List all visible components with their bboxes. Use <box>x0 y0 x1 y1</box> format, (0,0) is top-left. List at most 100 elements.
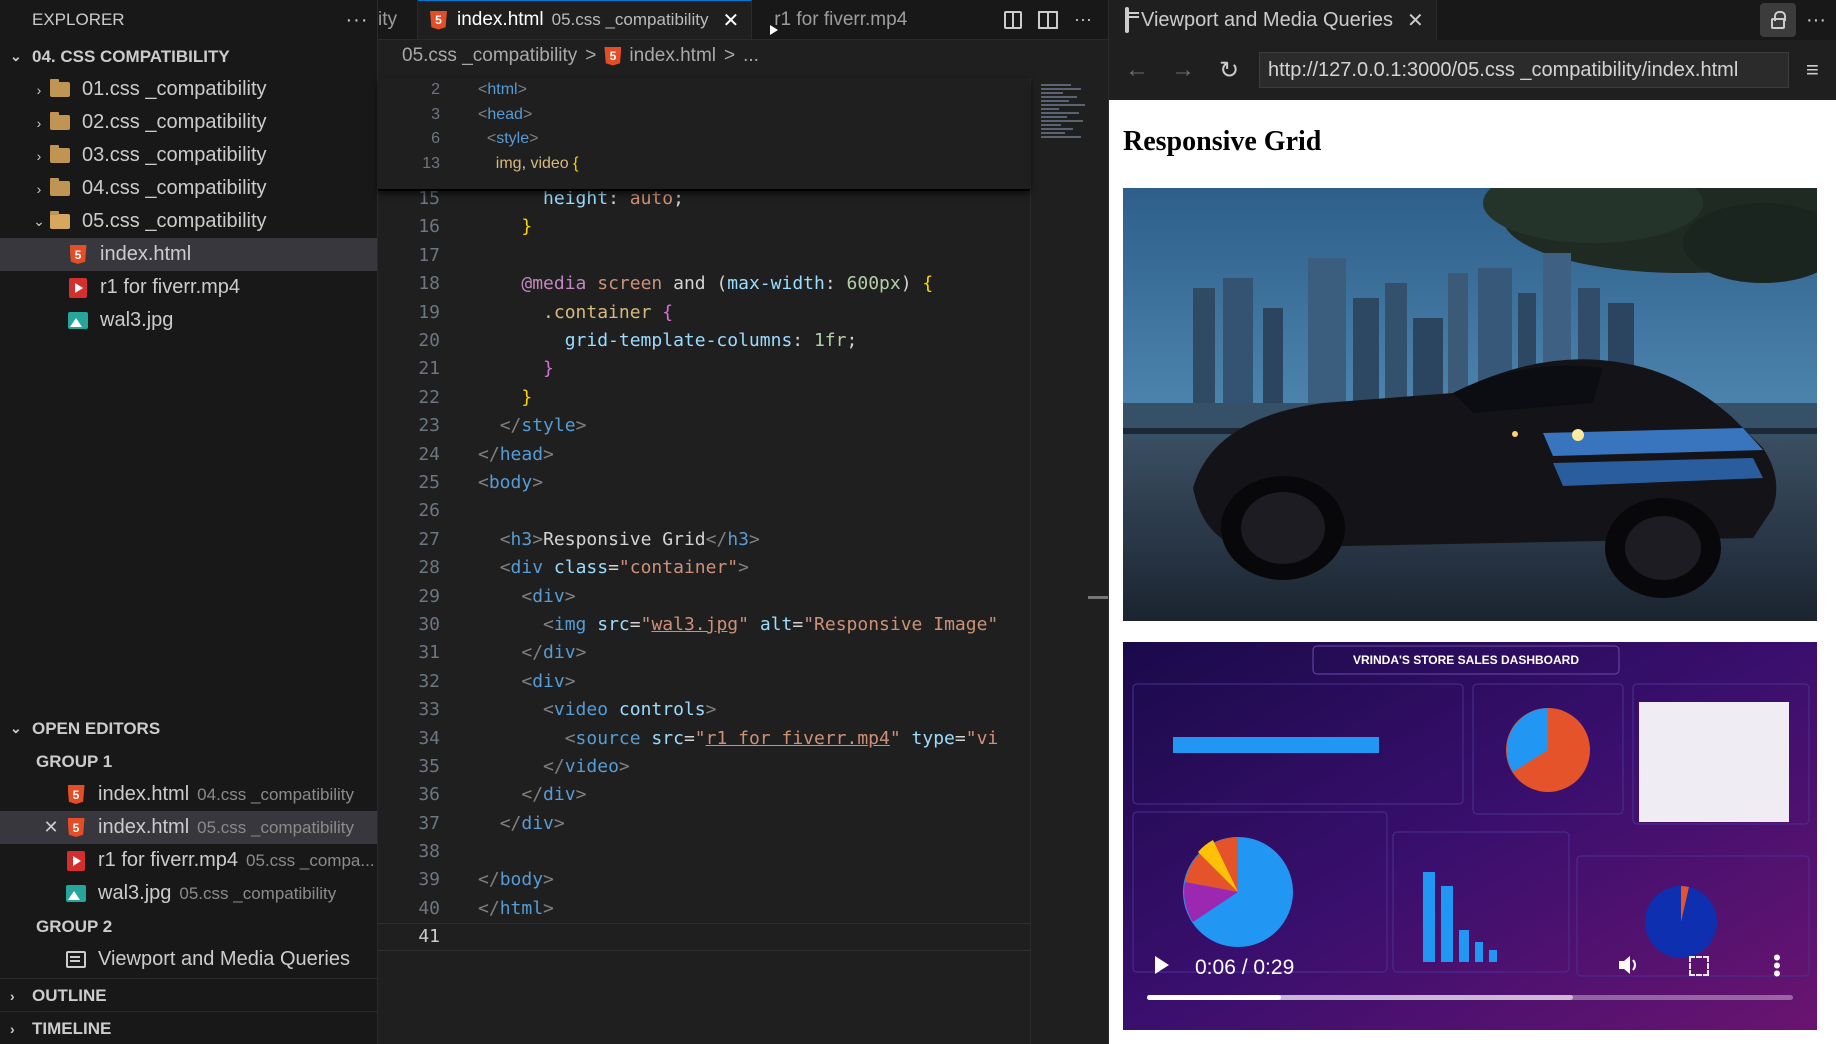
simple-browser: Viewport and Media Queries ✕ ··· ← → ↻ h… <box>1108 0 1836 1044</box>
line-content: <source src="r1 for fiverr.mp4" type="vi <box>564 727 999 749</box>
outline-section[interactable]: › OUTLINE <box>0 978 377 1012</box>
video-progress-track[interactable] <box>1147 995 1793 1000</box>
timeline-section[interactable]: › TIMELINE <box>0 1011 377 1044</box>
code-line[interactable]: 13 img, video { <box>378 152 1030 177</box>
code-line[interactable]: 38 <box>378 837 1030 865</box>
tree-item[interactable]: wal3.jpg <box>0 304 377 337</box>
code-line[interactable]: 37 </div> <box>378 809 1030 837</box>
line-content: } <box>521 216 533 238</box>
code-line[interactable]: 33 <video controls> <box>378 695 1030 723</box>
code-line[interactable]: 6 <style> <box>378 127 1030 152</box>
tab-index-html[interactable]: 5 index.html 05.css _compatibility ✕ <box>418 0 753 39</box>
tree-item[interactable]: 5 index.html <box>0 238 377 271</box>
explorer-title: EXPLORER <box>32 10 125 29</box>
browser-tab[interactable]: Viewport and Media Queries ✕ <box>1109 0 1437 40</box>
tree-item[interactable]: › 04.css _compatibility <box>0 172 377 205</box>
tab-close-button[interactable]: ✕ <box>722 8 739 33</box>
volume-icon[interactable] <box>1617 954 1641 976</box>
open-editor-item[interactable]: ✕5index.html04.css _compatibility <box>0 778 377 811</box>
code-line[interactable]: 24 </head> <box>378 440 1030 468</box>
open-editor-item[interactable]: ✕r1 for fiverr.mp405.css _compa... <box>0 844 377 877</box>
video-more-icon[interactable]: • • • <box>1773 947 1781 985</box>
code-line[interactable]: 32 <div> <box>378 667 1030 695</box>
tree-item[interactable]: ⌄ 05.css _compatibility <box>0 205 377 238</box>
code-line[interactable]: 25 <body> <box>378 468 1030 496</box>
lock-group-button[interactable] <box>1760 3 1796 37</box>
breadcrumb-folder[interactable]: 05.css _compatibility <box>402 45 577 67</box>
code-line[interactable]: 19 .container { <box>378 298 1030 326</box>
code-line[interactable]: 23 </style> <box>378 412 1030 440</box>
open-editor-item[interactable]: ✕ 5 index.html 05.css _compatibility <box>0 811 377 844</box>
code-line[interactable]: 22 } <box>378 383 1030 411</box>
editor-more-button[interactable]: ··· <box>1074 9 1092 30</box>
code-line[interactable]: 21 } <box>378 355 1030 383</box>
code-line[interactable]: 29 <div> <box>378 582 1030 610</box>
open-editor-label: index.html <box>98 783 190 805</box>
code-line[interactable]: 34 <source src="r1 for fiverr.mp4" type=… <box>378 724 1030 752</box>
editor-scrollbar[interactable] <box>1088 596 1108 599</box>
minimap[interactable] <box>1030 78 1108 1044</box>
line-number: 40 <box>418 897 440 919</box>
code-line[interactable]: 26 <box>378 497 1030 525</box>
breadcrumb-file[interactable]: index.html <box>629 45 716 67</box>
tree-item[interactable]: r1 for fiverr.mp4 <box>0 271 377 304</box>
video-player[interactable]: VRINDA'S STORE SALES DASHBOARD 0:06 / 0:… <box>1123 642 1817 1030</box>
chevron-down-icon: ⌄ <box>33 213 45 229</box>
line-content: </div> <box>521 784 587 806</box>
url-input[interactable]: http://127.0.0.1:3000/05.css _compatibil… <box>1259 52 1789 88</box>
line-content: <img src="wal3.jpg" alt="Responsive Imag… <box>543 613 999 635</box>
outline-header[interactable]: › OUTLINE <box>0 979 377 1012</box>
line-content: </div> <box>521 642 587 664</box>
forward-button[interactable]: → <box>1163 50 1203 90</box>
chevron-right-icon: › <box>36 81 42 98</box>
code-line[interactable]: 20 grid-template-columns: 1fr; <box>378 326 1030 354</box>
close-icon[interactable]: ✕ <box>40 817 62 838</box>
browser-menu-button[interactable]: ≡ <box>1806 57 1836 83</box>
browser-tab-close-button[interactable]: ✕ <box>1407 8 1424 33</box>
fullscreen-icon[interactable] <box>1689 956 1709 976</box>
code-area[interactable]: 14 max-width: 100%;15 height: auto;16 }1… <box>378 78 1030 1044</box>
timeline-header[interactable]: › TIMELINE <box>0 1012 377 1044</box>
code-line[interactable]: 36 </div> <box>378 781 1030 809</box>
open-preview-icon[interactable] <box>1004 10 1023 29</box>
line-content: </head> <box>478 443 554 465</box>
tree-item[interactable]: › 02.css _compatibility <box>0 106 377 139</box>
code-line[interactable]: 40 </html> <box>378 894 1030 922</box>
code-line[interactable]: 28 <div class="container"> <box>378 553 1030 581</box>
tab-video[interactable]: r1 for fiverr.mp4 <box>752 0 919 39</box>
open-editor-description: 04.css _compatibility <box>197 784 354 804</box>
code-line[interactable]: 2 <html> <box>378 78 1030 103</box>
code-line[interactable]: 39 </body> <box>378 866 1030 894</box>
code-line[interactable]: 30 <img src="wal3.jpg" alt="Responsive I… <box>378 610 1030 638</box>
code-line[interactable]: 17 <box>378 241 1030 269</box>
tree-item[interactable]: › 01.css _compatibility <box>0 73 377 106</box>
browser-more-button[interactable]: ··· <box>1796 9 1836 32</box>
play-icon[interactable] <box>1155 956 1169 974</box>
group-1-header[interactable]: GROUP 1 <box>0 745 377 778</box>
breadcrumb-tail[interactable]: ... <box>743 45 759 67</box>
split-editor-icon[interactable] <box>1038 10 1059 29</box>
line-number: 26 <box>418 500 440 522</box>
reload-button[interactable]: ↻ <box>1209 50 1249 90</box>
back-button[interactable]: ← <box>1117 50 1157 90</box>
explorer-more-button[interactable]: ··· <box>337 9 377 32</box>
code-line[interactable]: 18 @media screen and (max-width: 600px) … <box>378 270 1030 298</box>
tree-item[interactable]: › 03.css _compatibility <box>0 139 377 172</box>
code-line[interactable]: 41 <box>378 922 1030 951</box>
code-line[interactable]: 3 <head> <box>378 103 1030 128</box>
open-editor-item-preview[interactable]: Viewport and Media Queries <box>0 943 377 976</box>
chevron-right-icon: › <box>10 1020 15 1037</box>
sticky-scroll-header[interactable]: 2 <html> 3 <head> 6 <style> 13 img, video { <box>378 78 1030 191</box>
open-editor-item[interactable]: ✕wal3.jpg05.css _compatibility <box>0 877 377 910</box>
code-line[interactable]: 31 </div> <box>378 639 1030 667</box>
code-line[interactable]: 35 </video> <box>378 752 1030 780</box>
workspace-folder-header[interactable]: ⌄ 04. CSS COMPATIBILITY <box>0 40 377 73</box>
folder-icon <box>50 178 70 199</box>
line-number: 6 <box>431 130 440 148</box>
open-editors-header[interactable]: ⌄ OPEN EDITORS <box>0 712 377 745</box>
tab-partial[interactable]: ity <box>378 0 418 39</box>
car-city-image <box>1123 188 1817 621</box>
code-line[interactable]: 16 } <box>378 213 1030 241</box>
code-line[interactable]: 27 <h3>Responsive Grid</h3> <box>378 525 1030 553</box>
group-2-header[interactable]: GROUP 2 <box>0 910 377 943</box>
